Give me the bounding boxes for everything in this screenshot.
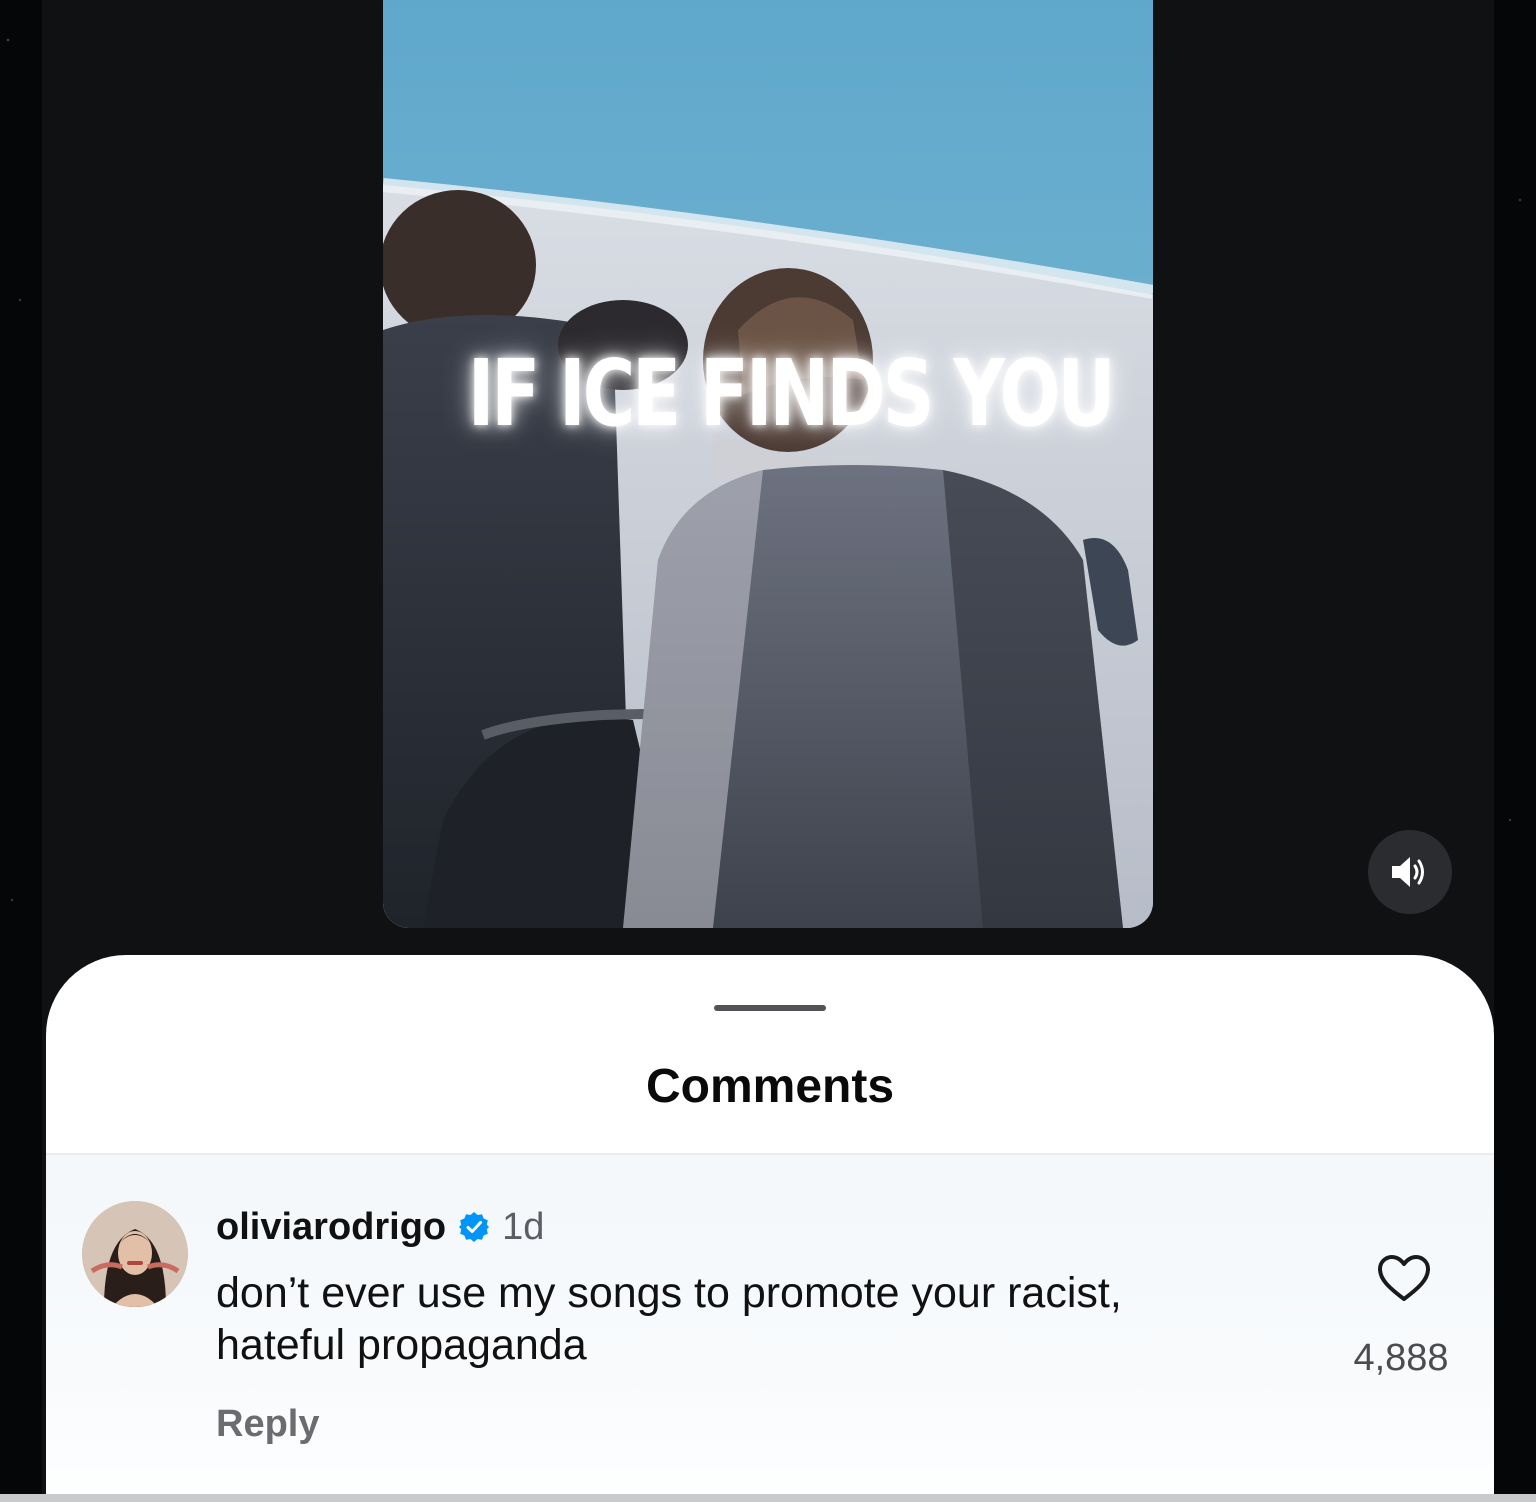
reel-video[interactable]: IF ICE FINDS YOU — [383, 0, 1153, 928]
heart-outline-icon[interactable] — [1376, 1253, 1432, 1303]
reply-button[interactable]: Reply — [216, 1403, 319, 1446]
video-overlay-caption: IF ICE FINDS YOU — [467, 340, 1116, 447]
like-count: 4,888 — [1353, 1337, 1449, 1379]
verified-badge-icon — [459, 1212, 490, 1242]
comment-header: oliviarodrigo 1d — [216, 1205, 544, 1249]
comments-sheet: Comments oliviarodrigo 1d don’t ever use… — [46, 955, 1494, 1502]
bottom-edge-strip — [0, 1494, 1536, 1502]
app-screen: IF ICE FINDS YOU Comments oliviarodrigo … — [42, 0, 1494, 1502]
comment-timestamp: 1d — [502, 1206, 545, 1248]
speaker-on-icon — [1392, 857, 1424, 887]
avatar[interactable] — [82, 1201, 188, 1307]
video-frame-illustration — [383, 0, 1153, 928]
comment-item: oliviarodrigo 1d don’t ever use my songs… — [46, 1155, 1494, 1502]
comment-body: don’t ever use my songs to promote your … — [216, 1269, 1122, 1369]
comments-title: Comments — [645, 1060, 895, 1113]
sheet-drag-handle[interactable] — [714, 1005, 826, 1011]
sound-toggle-button[interactable] — [1368, 830, 1452, 914]
user-avatar-image — [82, 1201, 188, 1307]
comment-username[interactable]: oliviarodrigo — [216, 1205, 446, 1249]
